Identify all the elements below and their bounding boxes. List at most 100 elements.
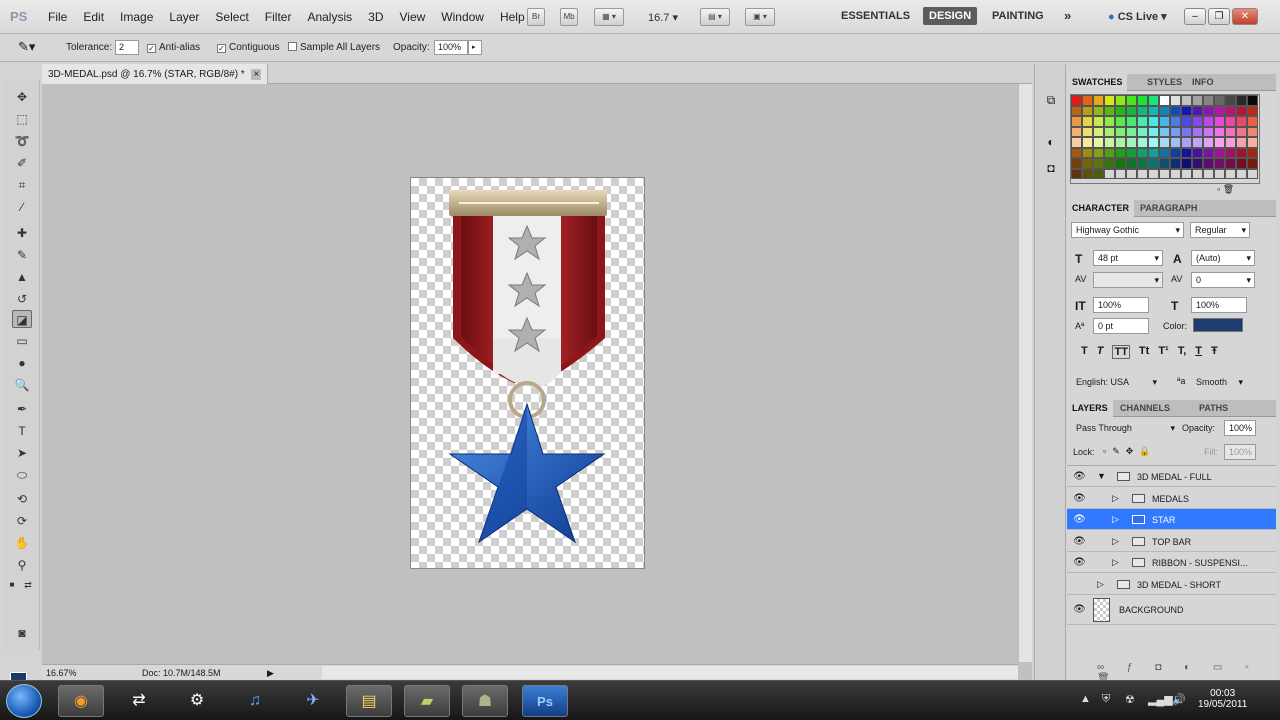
layer-opacity-field[interactable]: 100% (1224, 420, 1256, 436)
clone-stamp-tool-icon[interactable]: ▲ (12, 268, 32, 286)
swatch[interactable] (1082, 137, 1093, 148)
steam-taskbar-icon[interactable]: ⚙ (174, 685, 220, 717)
swatch[interactable] (1181, 168, 1192, 179)
swatch[interactable] (1082, 168, 1093, 179)
underline-button[interactable]: T (1195, 345, 1202, 359)
swatch[interactable] (1148, 137, 1159, 148)
mini-bridge-button[interactable]: Mb (560, 8, 578, 26)
swatch[interactable] (1137, 116, 1148, 127)
horizontal-scale-field[interactable]: 100% (1191, 297, 1247, 313)
swatch[interactable] (1170, 105, 1181, 116)
swatch[interactable] (1104, 116, 1115, 127)
swatch[interactable] (1104, 126, 1115, 137)
swatch[interactable] (1203, 116, 1214, 127)
restore-icon[interactable]: ❐ (1208, 8, 1230, 25)
visibility-eye-icon[interactable]: 👁 (1073, 471, 1086, 482)
swatch[interactable] (1170, 147, 1181, 158)
swatch[interactable] (1247, 147, 1258, 158)
default-colors-icon[interactable]: ■ (6, 576, 18, 594)
swatch[interactable] (1247, 95, 1258, 106)
more-workspaces-icon[interactable]: » (1064, 8, 1071, 23)
swatch[interactable] (1093, 147, 1104, 158)
swatch[interactable] (1159, 116, 1170, 127)
brush-panel-icon[interactable]: ◐ (1043, 134, 1059, 150)
swatch[interactable] (1104, 105, 1115, 116)
swatch[interactable] (1203, 126, 1214, 137)
swatch[interactable] (1093, 95, 1104, 106)
workspace-painting[interactable]: PAINTING (992, 10, 1044, 22)
swatch[interactable] (1104, 168, 1115, 179)
swatch[interactable] (1126, 105, 1137, 116)
swatch[interactable] (1225, 158, 1236, 169)
swatch[interactable] (1225, 95, 1236, 106)
swatch[interactable] (1247, 116, 1258, 127)
tab-styles[interactable]: STYLES (1147, 77, 1182, 87)
swatch[interactable] (1148, 158, 1159, 169)
tab-layers[interactable]: LAYERS (1067, 400, 1113, 417)
network-tray-icon[interactable]: ▂▄▆ (1148, 693, 1173, 706)
eraser-tool-icon[interactable]: ◪ (12, 310, 32, 328)
visibility-eye-icon[interactable]: 👁 (1073, 557, 1086, 568)
swatch[interactable] (1170, 126, 1181, 137)
swatch[interactable] (1126, 147, 1137, 158)
swatch[interactable] (1071, 147, 1082, 158)
swatch[interactable] (1236, 95, 1247, 106)
swatch[interactable] (1082, 116, 1093, 127)
firefox-taskbar-icon[interactable]: ◉ (58, 685, 104, 717)
layer-row[interactable]: 👁 ▷ STAR (1067, 509, 1276, 530)
swatch[interactable] (1214, 126, 1225, 137)
collapsed-arrow-icon[interactable]: ▷ (1112, 493, 1119, 504)
zoom-level[interactable]: 16.7 ▾ (648, 11, 678, 24)
opacity-input[interactable]: 100% (434, 40, 468, 55)
swatch[interactable] (1093, 126, 1104, 137)
tolerance-input[interactable]: 2 (115, 40, 139, 55)
swatch[interactable] (1236, 147, 1247, 158)
hand-tool-icon[interactable]: ✋ (12, 534, 32, 552)
swatch[interactable] (1203, 147, 1214, 158)
expanded-arrow-icon[interactable]: ▼ (1097, 471, 1106, 481)
swatch[interactable] (1159, 168, 1170, 179)
swatch[interactable] (1137, 137, 1148, 148)
swatch[interactable] (1236, 158, 1247, 169)
swatch[interactable] (1192, 158, 1203, 169)
menu-help[interactable]: Help (500, 10, 525, 24)
strikethrough-button[interactable]: Ŧ (1211, 345, 1218, 359)
screen-mode-icon[interactable]: ▣ ▾ (745, 8, 775, 26)
tab-character[interactable]: CHARACTER (1067, 200, 1134, 217)
fill-field[interactable]: 100% (1224, 444, 1256, 460)
swatch[interactable] (1181, 137, 1192, 148)
swatch[interactable] (1093, 168, 1104, 179)
swatch[interactable] (1137, 126, 1148, 137)
tab-info[interactable]: INFO (1192, 77, 1214, 87)
visibility-eye-icon[interactable]: 👁 (1073, 514, 1086, 525)
dodge-tool-icon[interactable]: 🔍 (12, 376, 32, 394)
swatch[interactable] (1214, 105, 1225, 116)
swatch[interactable] (1115, 126, 1126, 137)
3d-rotate-tool-icon[interactable]: ⟲ (12, 490, 32, 508)
swatch[interactable] (1225, 105, 1236, 116)
swatch[interactable] (1115, 95, 1126, 106)
tab-channels[interactable]: CHANNELS (1120, 403, 1170, 413)
swatch[interactable] (1181, 116, 1192, 127)
font-style-select[interactable]: Regular (1190, 222, 1250, 238)
network-app-taskbar-icon[interactable]: ⇄ (116, 685, 162, 717)
arrange-docs-icon[interactable]: ▤ ▾ (700, 8, 730, 26)
swatch[interactable] (1126, 126, 1137, 137)
plane-app-taskbar-icon[interactable]: ✈ (290, 685, 336, 717)
swatch[interactable] (1126, 158, 1137, 169)
tracking-field[interactable]: 0 (1191, 272, 1255, 288)
swatch[interactable] (1148, 116, 1159, 127)
baseline-shift-field[interactable]: 0 pt (1093, 318, 1149, 334)
swatch[interactable] (1071, 116, 1082, 127)
menu-analysis[interactable]: Analysis (307, 10, 352, 24)
vertical-scale-field[interactable]: 100% (1093, 297, 1149, 313)
contiguous-checkbox[interactable]: ✓ Contiguous (217, 42, 280, 53)
layer-row[interactable]: 👁 ▼ 3D MEDAL - FULL (1067, 466, 1276, 487)
opacity-slider-icon[interactable]: ▸ (468, 40, 482, 55)
layer-row[interactable]: 👁 ▷ TOP BAR (1067, 531, 1276, 552)
swatch[interactable] (1126, 137, 1137, 148)
history-panel-icon[interactable]: ⧉ (1043, 92, 1059, 108)
swatch[interactable] (1126, 95, 1137, 106)
swatch[interactable] (1159, 147, 1170, 158)
pen-tool-icon[interactable]: ✒ (12, 400, 32, 418)
